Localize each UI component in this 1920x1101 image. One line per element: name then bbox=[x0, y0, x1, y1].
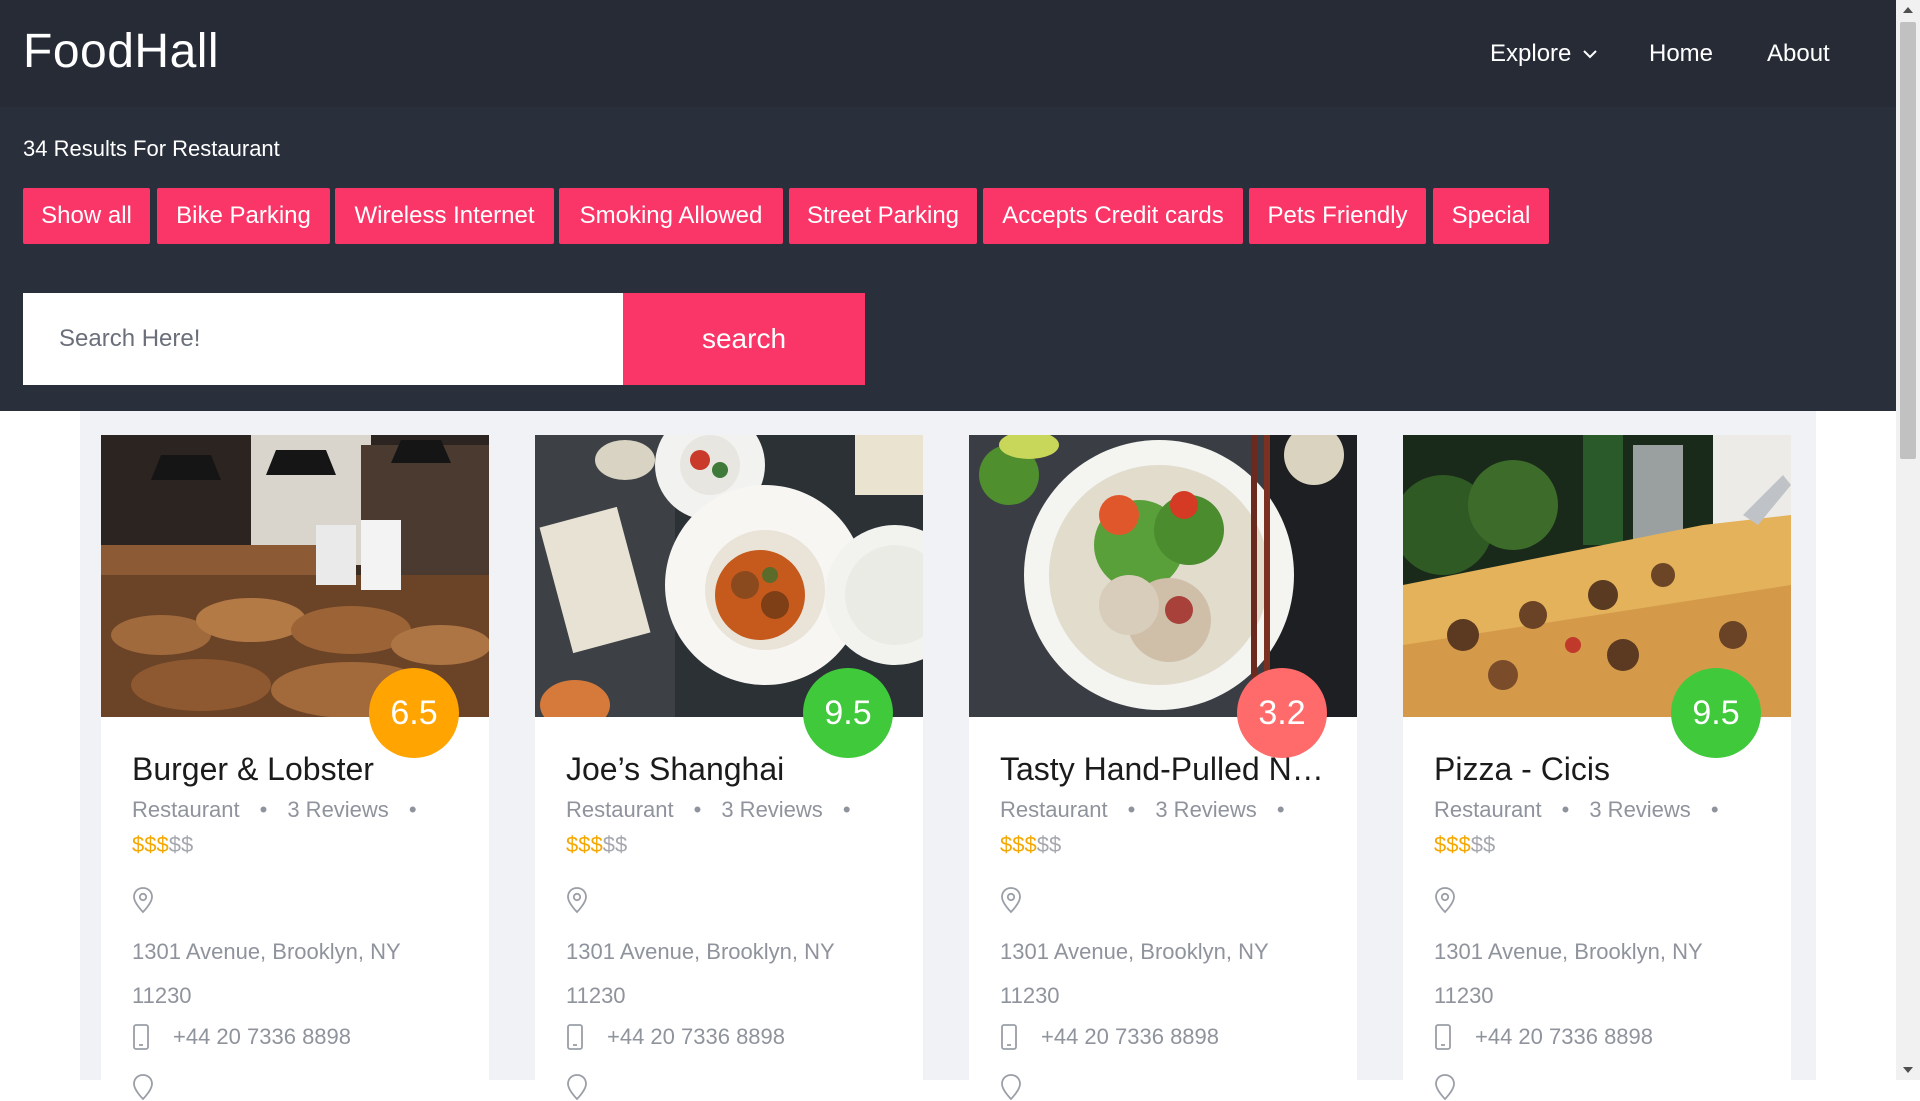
restaurant-name[interactable]: Burger & Lobster bbox=[132, 749, 462, 789]
rating-badge: 6.5 bbox=[369, 668, 459, 758]
price-level: $$$$$ bbox=[1434, 831, 1495, 859]
restaurant-name[interactable]: Pizza - Cicis bbox=[1434, 749, 1764, 789]
filter-section: 34 Results For Restaurant Show all Bike … bbox=[0, 107, 1896, 411]
review-count[interactable]: 3 Reviews bbox=[1589, 797, 1690, 822]
price-active: $$$ bbox=[566, 832, 603, 857]
price-inactive: $$ bbox=[1036, 832, 1062, 857]
restaurant-address: 1301 Avenue, Brooklyn, NY 11230 bbox=[1000, 939, 1269, 1008]
location-pin-icon bbox=[567, 887, 587, 914]
filter-chip-bike-parking[interactable]: Bike Parking bbox=[157, 188, 330, 244]
filter-chip-street-parking[interactable]: Street Parking bbox=[789, 188, 977, 244]
page-scrollbar[interactable] bbox=[1896, 0, 1920, 1080]
restaurant-card[interactable]: 3.2 Tasty Hand-Pulled Noodles Restaurant… bbox=[969, 435, 1357, 1101]
location-pin-icon bbox=[567, 1074, 587, 1101]
brand-logo[interactable]: FoodHall bbox=[23, 22, 219, 82]
search-input[interactable] bbox=[23, 293, 623, 385]
location-pin-icon bbox=[1001, 1074, 1021, 1101]
price-active: $$$ bbox=[1000, 832, 1037, 857]
results-count: 34 Results For Restaurant bbox=[23, 136, 280, 161]
restaurant-phone[interactable]: +44 20 7336 8898 bbox=[607, 1023, 785, 1051]
price-level: $$$$$ bbox=[1000, 831, 1061, 859]
restaurant-category: Restaurant bbox=[1434, 797, 1542, 822]
nav-home[interactable]: Home bbox=[1649, 33, 1713, 75]
restaurant-name[interactable]: Joe’s Shanghai bbox=[566, 749, 896, 789]
restaurant-meta: Restaurant • 3 Reviews • bbox=[1434, 797, 1719, 822]
location-pin-icon bbox=[133, 1074, 153, 1101]
phone-icon bbox=[133, 1024, 149, 1050]
price-level: $$$$$ bbox=[132, 831, 193, 859]
price-level: $$$$$ bbox=[566, 831, 627, 859]
rating-badge: 9.5 bbox=[803, 668, 893, 758]
top-navbar: FoodHall Explore Home About bbox=[0, 0, 1896, 107]
rating-badge: 9.5 bbox=[1671, 668, 1761, 758]
restaurant-phone[interactable]: +44 20 7336 8898 bbox=[1041, 1023, 1219, 1051]
restaurant-phone[interactable]: +44 20 7336 8898 bbox=[1475, 1023, 1653, 1051]
location-pin-icon bbox=[1435, 1074, 1455, 1101]
filter-chip-accepts-credit-cards[interactable]: Accepts Credit cards bbox=[983, 188, 1243, 244]
restaurant-category: Restaurant bbox=[1000, 797, 1108, 822]
filter-chip-special[interactable]: Special bbox=[1433, 188, 1549, 244]
location-pin-icon bbox=[1001, 887, 1021, 914]
filter-chip-pets-friendly[interactable]: Pets Friendly bbox=[1249, 188, 1426, 244]
restaurant-card[interactable]: 9.5 Joe’s Shanghai Restaurant • 3 Reviews •… bbox=[535, 435, 923, 1101]
filter-chip-show-all[interactable]: Show all bbox=[23, 188, 150, 244]
review-count[interactable]: 3 Reviews bbox=[1155, 797, 1256, 822]
restaurant-address: 1301 Avenue, Brooklyn, NY 11230 bbox=[132, 939, 401, 1008]
price-inactive: $$ bbox=[168, 832, 194, 857]
restaurant-category: Restaurant bbox=[132, 797, 240, 822]
nav-about[interactable]: About bbox=[1767, 33, 1830, 75]
restaurant-address: 1301 Avenue, Brooklyn, NY 11230 bbox=[566, 939, 835, 1008]
restaurant-meta: Restaurant • 3 Reviews • bbox=[566, 797, 851, 822]
scroll-up-arrow-icon[interactable] bbox=[1896, 0, 1920, 20]
chevron-down-icon bbox=[1583, 50, 1598, 59]
price-inactive: $$ bbox=[602, 832, 628, 857]
price-active: $$$ bbox=[132, 832, 169, 857]
restaurant-name[interactable]: Tasty Hand-Pulled Noodles bbox=[1000, 749, 1330, 789]
nav-explore[interactable]: Explore bbox=[1490, 33, 1599, 75]
restaurant-category: Restaurant bbox=[566, 797, 674, 822]
review-count[interactable]: 3 Reviews bbox=[287, 797, 388, 822]
restaurant-address: 1301 Avenue, Brooklyn, NY 11230 bbox=[1434, 939, 1703, 1008]
restaurant-meta: Restaurant • 3 Reviews • bbox=[1000, 797, 1285, 822]
restaurant-phone[interactable]: +44 20 7336 8898 bbox=[173, 1023, 351, 1051]
nav-explore-label: Explore bbox=[1490, 40, 1572, 67]
rating-badge: 3.2 bbox=[1237, 668, 1327, 758]
phone-icon bbox=[1435, 1024, 1451, 1050]
review-count[interactable]: 3 Reviews bbox=[721, 797, 822, 822]
location-pin-icon bbox=[133, 887, 153, 914]
phone-icon bbox=[567, 1024, 583, 1050]
restaurant-card[interactable]: 9.5 Pizza - Cicis Restaurant • 3 Reviews • … bbox=[1403, 435, 1791, 1101]
filter-chip-smoking-allowed[interactable]: Smoking Allowed bbox=[559, 188, 783, 244]
filter-chip-wireless-internet[interactable]: Wireless Internet bbox=[335, 188, 554, 244]
scrollbar-thumb[interactable] bbox=[1900, 22, 1916, 459]
phone-icon bbox=[1001, 1024, 1017, 1050]
search-button[interactable]: search bbox=[623, 293, 865, 385]
price-inactive: $$ bbox=[1470, 832, 1496, 857]
location-pin-icon bbox=[1435, 887, 1455, 914]
restaurant-meta: Restaurant • 3 Reviews • bbox=[132, 797, 417, 822]
scroll-down-arrow-icon[interactable] bbox=[1896, 1060, 1920, 1080]
price-active: $$$ bbox=[1434, 832, 1471, 857]
restaurant-card[interactable]: 6.5 Burger & Lobster Restaurant • 3 Review… bbox=[101, 435, 489, 1101]
